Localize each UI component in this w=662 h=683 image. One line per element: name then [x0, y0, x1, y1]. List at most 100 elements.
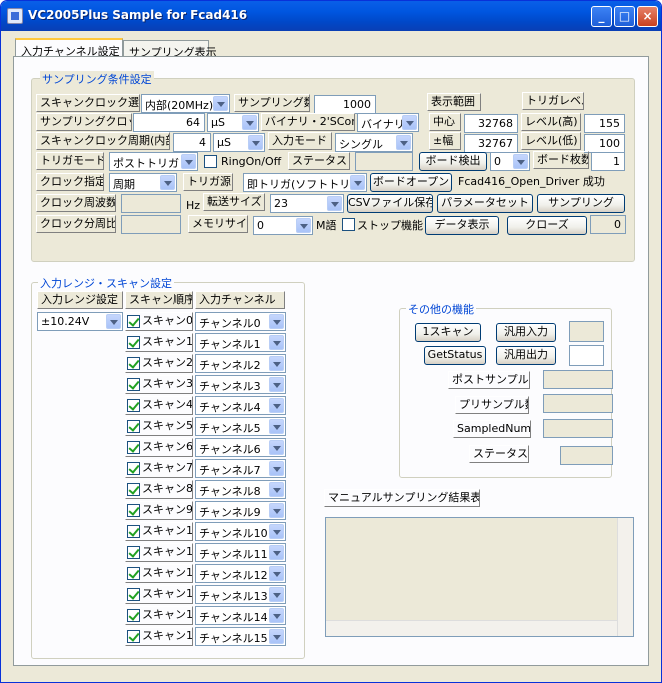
scan-order-cell[interactable]: スキャン8 — [125, 480, 193, 499]
gp-input-button[interactable]: 汎用入力 — [496, 323, 556, 342]
sampling-clock-unit-select[interactable]: μS — [207, 113, 259, 132]
ringon-checkbox[interactable] — [204, 155, 217, 168]
manual-result-area[interactable] — [325, 517, 634, 637]
transfer-size-select[interactable]: 23 — [270, 194, 344, 213]
scan-enable-checkbox[interactable] — [127, 441, 140, 454]
clock-div-label: クロック分周比 — [36, 215, 116, 233]
clock-spec-select[interactable]: 周期 — [109, 173, 177, 192]
scan-row: スキャン3 チャンネル3 — [125, 375, 287, 395]
channel-select[interactable]: チャンネル10 — [195, 522, 286, 541]
csv-save-button[interactable]: CSVファイル保存 — [347, 194, 433, 213]
channel-select[interactable]: チャンネル7 — [195, 459, 286, 478]
scan-order-cell[interactable]: スキャン10 — [125, 522, 193, 541]
stop-function-checkbox[interactable] — [342, 218, 355, 231]
center-input[interactable]: 32768 — [464, 114, 518, 133]
channel-select[interactable]: チャンネル1 — [195, 333, 286, 352]
channel-select[interactable]: チャンネル12 — [195, 564, 286, 583]
channel-select[interactable]: チャンネル5 — [195, 417, 286, 436]
level-high-input[interactable]: 155 — [584, 114, 625, 133]
chevron-down-icon — [327, 196, 342, 211]
input-mode-select[interactable]: シングル — [335, 133, 413, 152]
channel-select[interactable]: チャンネル9 — [195, 501, 286, 520]
chevron-down-icon — [269, 461, 284, 476]
scan-enable-checkbox[interactable] — [127, 609, 140, 622]
scan-period-input[interactable]: 4 — [173, 133, 211, 152]
status-field — [355, 152, 413, 171]
maximize-button[interactable]: □ — [614, 6, 635, 27]
scan-enable-checkbox[interactable] — [127, 483, 140, 496]
vertical-scrollbar[interactable] — [617, 518, 633, 636]
input-range-select[interactable]: ±10.24V — [37, 312, 123, 331]
level-low-input[interactable]: 100 — [584, 134, 625, 153]
scan-enable-checkbox[interactable] — [127, 546, 140, 559]
scan-clock-select[interactable]: 内部(20MHz) — [141, 94, 230, 113]
scan-enable-checkbox[interactable] — [127, 336, 140, 349]
detect-board-button[interactable]: ボード検出 — [419, 152, 487, 171]
scan-enable-checkbox[interactable] — [127, 504, 140, 517]
scan-order-cell[interactable]: スキャン14 — [125, 606, 193, 625]
scan-order-cell[interactable]: スキャン11 — [125, 543, 193, 562]
scan-order-cell[interactable]: スキャン4 — [125, 396, 193, 415]
scan-order-cell[interactable]: スキャン13 — [125, 585, 193, 604]
scan-enable-checkbox[interactable] — [127, 420, 140, 433]
close-button[interactable]: クローズ — [507, 216, 587, 235]
channel-select[interactable]: チャンネル15 — [195, 627, 286, 646]
channel-select[interactable]: チャンネル0 — [195, 312, 286, 331]
scan-order-cell[interactable]: スキャン6 — [125, 438, 193, 457]
scan-order-cell[interactable]: スキャン7 — [125, 459, 193, 478]
channel-select[interactable]: チャンネル3 — [195, 375, 286, 394]
channel-select[interactable]: チャンネル14 — [195, 606, 286, 625]
scan-label: スキャン13 — [142, 587, 193, 600]
scan-enable-checkbox[interactable] — [127, 399, 140, 412]
scan-period-unit-select[interactable]: μS — [213, 133, 265, 152]
get-status-button[interactable]: GetStatus — [424, 346, 486, 365]
one-scan-button[interactable]: 1スキャン — [415, 323, 481, 342]
close-window-button[interactable]: × — [637, 6, 658, 27]
scan-order-cell[interactable]: スキャン0 — [125, 312, 193, 331]
trigger-source-select[interactable]: 即トリガ(ソフトトリガ) — [243, 173, 367, 192]
scan-order-cell[interactable]: スキャン3 — [125, 375, 193, 394]
scan-enable-checkbox[interactable] — [127, 357, 140, 370]
channel-select[interactable]: チャンネル13 — [195, 585, 286, 604]
board-count-input[interactable]: 1 — [591, 152, 625, 171]
scan-enable-checkbox[interactable] — [127, 462, 140, 475]
channel-select[interactable]: チャンネル8 — [195, 480, 286, 499]
scan-enable-checkbox[interactable] — [127, 630, 140, 643]
channel-select[interactable]: チャンネル4 — [195, 396, 286, 415]
data-display-button[interactable]: データ表示 — [425, 216, 499, 235]
param-set-button[interactable]: パラメータセット — [437, 194, 533, 213]
sampling-button[interactable]: サンプリング — [537, 194, 625, 213]
gp-output-input[interactable] — [569, 345, 604, 366]
binary-select[interactable]: バイナリ — [357, 113, 419, 132]
chevron-down-icon — [269, 503, 284, 518]
scan-order-cell[interactable]: スキャン2 — [125, 354, 193, 373]
width-input[interactable]: 32767 — [464, 134, 518, 153]
scan-label: スキャン5 — [142, 419, 193, 432]
scan-enable-checkbox[interactable] — [127, 315, 140, 328]
memory-size-select[interactable]: 0 — [253, 216, 313, 235]
horizontal-scrollbar[interactable] — [326, 620, 617, 636]
channel-select[interactable]: チャンネル6 — [195, 438, 286, 457]
channel-select[interactable]: チャンネル2 — [195, 354, 286, 373]
scan-enable-checkbox[interactable] — [127, 378, 140, 391]
scan-order-cell[interactable]: スキャン15 — [125, 627, 193, 646]
chevron-down-icon — [269, 524, 284, 539]
scan-order-cell[interactable]: スキャン1 — [125, 333, 193, 352]
minimize-button[interactable]: _ — [591, 6, 612, 27]
trigger-mode-select[interactable]: ポストトリガ — [109, 152, 198, 171]
scan-order-cell[interactable]: スキャン5 — [125, 417, 193, 436]
scan-enable-checkbox[interactable] — [127, 567, 140, 580]
sampling-clock-input[interactable]: 64 — [133, 113, 205, 132]
title-bar[interactable]: VC2005Plus Sample for Fcad416 _ □ × — [1, 1, 661, 31]
scan-enable-checkbox[interactable] — [127, 525, 140, 538]
board-index-select[interactable]: 0 — [490, 152, 530, 171]
scan-order-cell[interactable]: スキャン12 — [125, 564, 193, 583]
chevron-down-icon — [513, 154, 528, 169]
sample-count-input[interactable]: 1000 — [314, 95, 376, 114]
sampling-conditions-group: サンプリング条件設定 スキャンクロック選択 内部(20MHz) サンプリング数 … — [31, 71, 635, 262]
channel-select[interactable]: チャンネル11 — [195, 543, 286, 562]
open-board-button[interactable]: ボードオープン — [370, 173, 452, 192]
scan-enable-checkbox[interactable] — [127, 588, 140, 601]
gp-output-button[interactable]: 汎用出力 — [496, 346, 556, 365]
scan-order-cell[interactable]: スキャン9 — [125, 501, 193, 520]
